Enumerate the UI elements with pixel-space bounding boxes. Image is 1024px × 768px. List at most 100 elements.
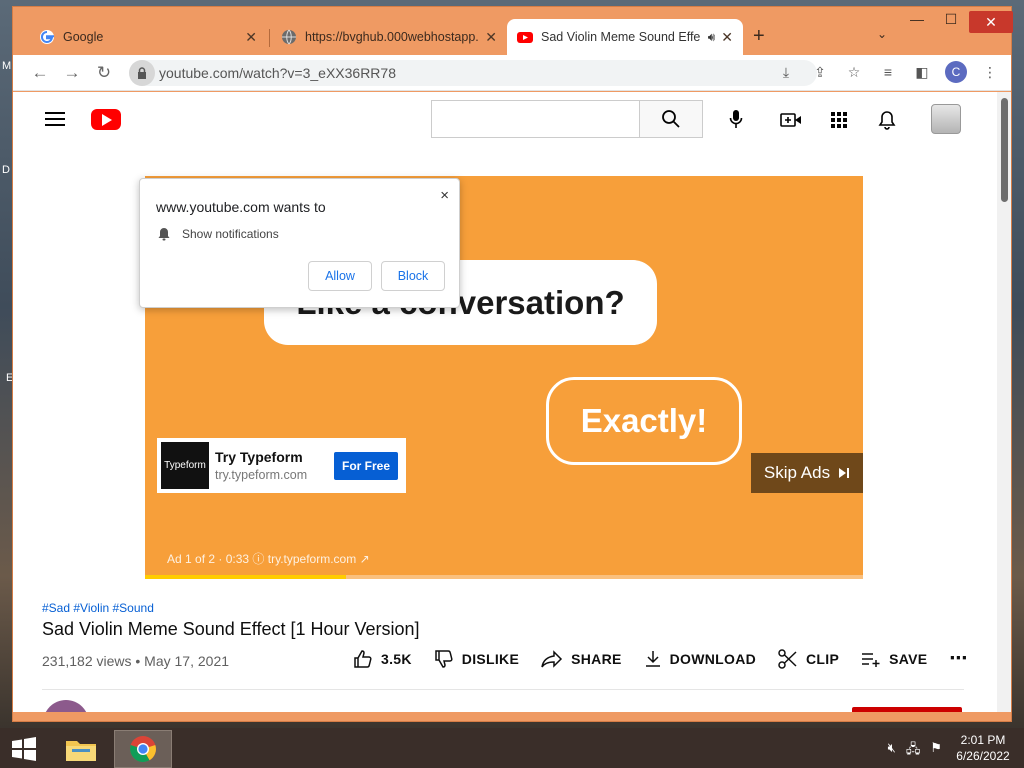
tab-bvghub[interactable]: https://bvghub.000webhostapp.c ✕ xyxy=(271,19,507,55)
subscribe-button[interactable] xyxy=(852,707,962,712)
video-hashtags[interactable]: #Sad #Violin #Sound xyxy=(42,601,154,615)
skip-ads-label: Skip Ads xyxy=(763,463,831,482)
ad-link[interactable]: try.typeform.com xyxy=(268,552,356,566)
ad-card-title: Try Typeform xyxy=(215,449,303,465)
url-text[interactable]: youtube.com/watch?v=3_eXX36RR78 xyxy=(159,65,396,81)
info-icon[interactable]: ⓘ xyxy=(252,552,267,566)
back-icon[interactable]: ← xyxy=(29,62,51,84)
save-label: SAVE xyxy=(889,650,928,667)
bookmark-star-icon[interactable]: ☆ xyxy=(843,61,865,83)
dislike-label: DISLIKE xyxy=(461,650,520,667)
browser-toolbar: ← → ↻ youtube.com/watch?v=3_eXX36RR78 ⤓ … xyxy=(13,55,1011,91)
tab-youtube[interactable]: Sad Violin Meme Sound Effe 🔊︎ ✕ xyxy=(507,19,743,55)
system-clock[interactable]: 2:01 PM 6/26/2022 xyxy=(948,732,1018,764)
ad-cta-button[interactable]: For Free xyxy=(334,451,398,480)
allow-button[interactable]: Allow xyxy=(308,261,372,291)
more-actions-button[interactable]: ⋯ xyxy=(949,648,967,669)
youtube-logo[interactable] xyxy=(91,109,121,130)
close-tab-icon[interactable]: ✕ xyxy=(245,29,257,46)
reload-icon[interactable]: ↻ xyxy=(93,62,115,84)
minimize-button[interactable]: — xyxy=(903,11,931,27)
hamburger-menu-icon[interactable] xyxy=(45,112,65,126)
create-video-icon[interactable] xyxy=(779,108,803,132)
prompt-item-label: Show notifications xyxy=(182,227,279,241)
like-button[interactable]: 3.5K xyxy=(353,649,412,669)
youtube-header xyxy=(13,92,997,148)
action-center-icon[interactable]: ⚑ xyxy=(930,740,942,762)
close-window-button[interactable]: ✕ xyxy=(969,11,1013,33)
ad-progress-bar[interactable] xyxy=(145,575,863,579)
new-tab-button[interactable]: + xyxy=(753,25,765,48)
forward-icon[interactable]: → xyxy=(61,62,83,84)
chrome-taskbar-button[interactable] xyxy=(114,730,172,768)
notification-permission-prompt: www.youtube.com wants to × Show notifica… xyxy=(139,178,460,308)
close-icon[interactable]: × xyxy=(440,187,449,204)
side-panel-icon[interactable]: ◧ xyxy=(911,61,933,83)
tab-search-icon[interactable]: ⌄ xyxy=(877,27,887,41)
install-app-icon[interactable]: ⤓ xyxy=(775,61,797,83)
share-label: SHARE xyxy=(571,650,622,667)
external-link-icon[interactable]: ↗ xyxy=(360,552,370,566)
lock-icon[interactable] xyxy=(129,60,155,86)
prompt-title: www.youtube.com wants to xyxy=(156,199,326,215)
section-divider xyxy=(42,689,964,690)
bell-icon xyxy=(158,228,170,241)
ad-companion-card[interactable]: Typeform Try Typeform try.typeform.com F… xyxy=(157,438,406,493)
ad-card-domain: try.typeform.com xyxy=(215,468,308,482)
search-button[interactable] xyxy=(639,100,703,138)
thumbs-down-icon xyxy=(435,649,453,668)
tab-divider xyxy=(269,29,270,47)
skip-next-icon xyxy=(839,468,850,478)
volume-muted-icon[interactable]: 🔇︎ xyxy=(888,740,896,762)
tab-strip: Google ✕ https://bvghub.000webhostapp.c … xyxy=(13,7,1013,55)
block-button[interactable]: Block xyxy=(381,261,445,291)
chrome-icon xyxy=(130,736,156,763)
search-input[interactable] xyxy=(431,100,639,138)
download-icon xyxy=(645,650,660,667)
close-tab-icon[interactable]: ✕ xyxy=(485,29,497,46)
download-button[interactable]: DOWNLOAD xyxy=(644,650,756,668)
share-arrow-icon xyxy=(541,649,563,668)
tab-title: https://bvghub.000webhostapp.c xyxy=(305,30,480,44)
skip-ads-button[interactable]: Skip Ads xyxy=(751,453,863,493)
tab-title: Sad Violin Meme Sound Effe xyxy=(541,30,701,44)
voice-search-button[interactable] xyxy=(717,100,755,138)
profile-avatar[interactable]: C xyxy=(945,61,967,83)
typeform-logo: Typeform xyxy=(161,442,209,489)
browser-window: Google ✕ https://bvghub.000webhostapp.c … xyxy=(12,6,1013,722)
close-tab-icon[interactable]: ✕ xyxy=(721,29,733,46)
apps-grid-icon[interactable] xyxy=(827,108,851,132)
globe-icon xyxy=(282,29,296,45)
clock-time: 2:01 PM xyxy=(960,733,1006,747)
like-count: 3.5K xyxy=(381,650,412,667)
menu-kebab-icon[interactable]: ⋮ xyxy=(979,61,1001,83)
scrollbar-thumb[interactable] xyxy=(1001,98,1008,202)
youtube-page: Like a conversation? Exactly! Typeform T… xyxy=(13,92,997,712)
speaker-icon[interactable]: 🔊︎ xyxy=(708,30,716,45)
save-button[interactable]: SAVE xyxy=(861,651,927,667)
account-avatar[interactable] xyxy=(931,104,961,134)
file-explorer-taskbar-button[interactable] xyxy=(52,730,110,768)
clip-button[interactable]: CLIP xyxy=(778,648,840,669)
playlist-add-icon xyxy=(862,652,880,667)
system-tray: 🔇︎ 🖧︎ ⚑ xyxy=(888,740,942,762)
video-title: Sad Violin Meme Sound Effect [1 Hour Ver… xyxy=(42,619,420,639)
share-button[interactable]: SHARE xyxy=(541,649,622,668)
channel-avatar[interactable] xyxy=(43,700,89,712)
dislike-button[interactable]: DISLIKE xyxy=(434,649,519,669)
notifications-bell-icon[interactable] xyxy=(875,108,899,132)
tab-google[interactable]: Google ✕ xyxy=(29,19,267,55)
download-label: DOWNLOAD xyxy=(669,650,757,667)
network-icon[interactable]: 🖧︎ xyxy=(906,740,921,762)
tab-title: Google xyxy=(63,30,104,44)
clip-label: CLIP xyxy=(806,650,840,667)
microphone-icon xyxy=(729,110,743,128)
address-bar[interactable]: youtube.com/watch?v=3_eXX36RR78 xyxy=(129,60,817,86)
maximize-button[interactable]: ☐ xyxy=(937,11,965,28)
google-icon xyxy=(40,30,54,44)
windows-start-icon[interactable] xyxy=(8,736,40,762)
page-scrollbar[interactable] xyxy=(997,92,1011,712)
clock-date: 6/26/2022 xyxy=(956,749,1010,763)
media-control-icon[interactable]: ≡ xyxy=(877,61,899,83)
share-icon[interactable]: ⇪ xyxy=(809,61,831,83)
